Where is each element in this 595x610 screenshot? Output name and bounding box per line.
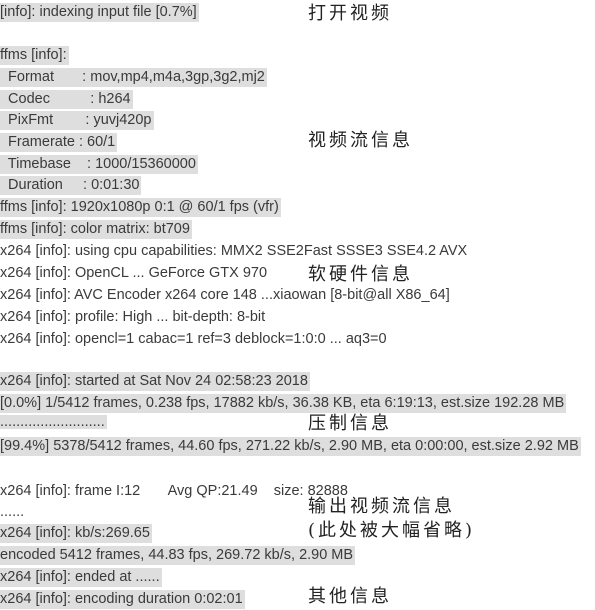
log-line-codec: Codec : h264: [0, 90, 133, 109]
log-line-timebase: Timebase : 1000/15360000: [0, 155, 198, 174]
log-line-ended: x264 [info]: ended at ......: [0, 568, 162, 587]
log-line-cpu-capabilities: x264 [info]: using cpu capabilities: MMX…: [0, 243, 468, 259]
log-line-started: x264 [info]: started at Sat Nov 24 02:58…: [0, 372, 310, 391]
log-line-progress-start: [0.0%] 1/5412 frames, 0.238 fps, 17882 k…: [0, 394, 567, 413]
annotation-open-video: 打开视频: [308, 3, 392, 24]
log-line-options: x264 [info]: opencl=1 cabac=1 ref=3 debl…: [0, 331, 387, 347]
log-line-resolution: ffms [info]: 1920x1080p 0:1 @ 60/1 fps (…: [0, 198, 281, 217]
log-line-ffms-header: ffms [info]:: [0, 46, 69, 65]
log-line-avc-encoder: x264 [info]: AVC Encoder x264 core 148 .…: [0, 287, 450, 303]
log-line-kbps: x264 [info]: kb/s:269.65: [0, 524, 152, 543]
log-line-indexing: [info]: indexing input file [0.7%]: [0, 3, 199, 22]
log-line-pixfmt: PixFmt : yuvj420p: [0, 111, 154, 130]
log-line-framerate: Framerate : 60/1: [0, 133, 118, 152]
log-line-format: Format : mov,mp4,m4a,3gp,3g2,mj2: [0, 68, 267, 87]
log-line-color-matrix: ffms [info]: color matrix: bt709: [0, 220, 192, 239]
annotation-omitted-note: (此处被大幅省略): [308, 520, 476, 541]
log-line-progress-ellipsis: ..........................: [0, 414, 107, 430]
log-line-duration: Duration : 0:01:30: [0, 176, 142, 195]
annotation-video-stream-info: 视频流信息: [308, 130, 413, 151]
annotation-other-info: 其他信息: [308, 586, 392, 607]
annotation-hardware-software-info: 软硬件信息: [308, 264, 413, 285]
log-line-ellipsis: ......: [0, 504, 25, 520]
log-line-encoded: encoded 5412 frames, 44.83 fps, 269.72 k…: [0, 546, 356, 565]
log-line-opencl-device: x264 [info]: OpenCL ... GeForce GTX 970: [0, 265, 268, 281]
annotation-output-stream-info: 输出视频流信息: [308, 496, 455, 517]
log-line-frame-stats: x264 [info]: frame I:12 Avg QP:21.49 siz…: [0, 483, 348, 499]
log-line-profile: x264 [info]: profile: High ... bit-depth…: [0, 309, 266, 325]
annotation-encoding-info: 压制信息: [308, 413, 392, 434]
log-line-encoding-duration: x264 [info]: encoding duration 0:02:01: [0, 590, 245, 609]
log-line-progress-end: [99.4%] 5378/5412 frames, 44.60 fps, 271…: [0, 437, 581, 456]
